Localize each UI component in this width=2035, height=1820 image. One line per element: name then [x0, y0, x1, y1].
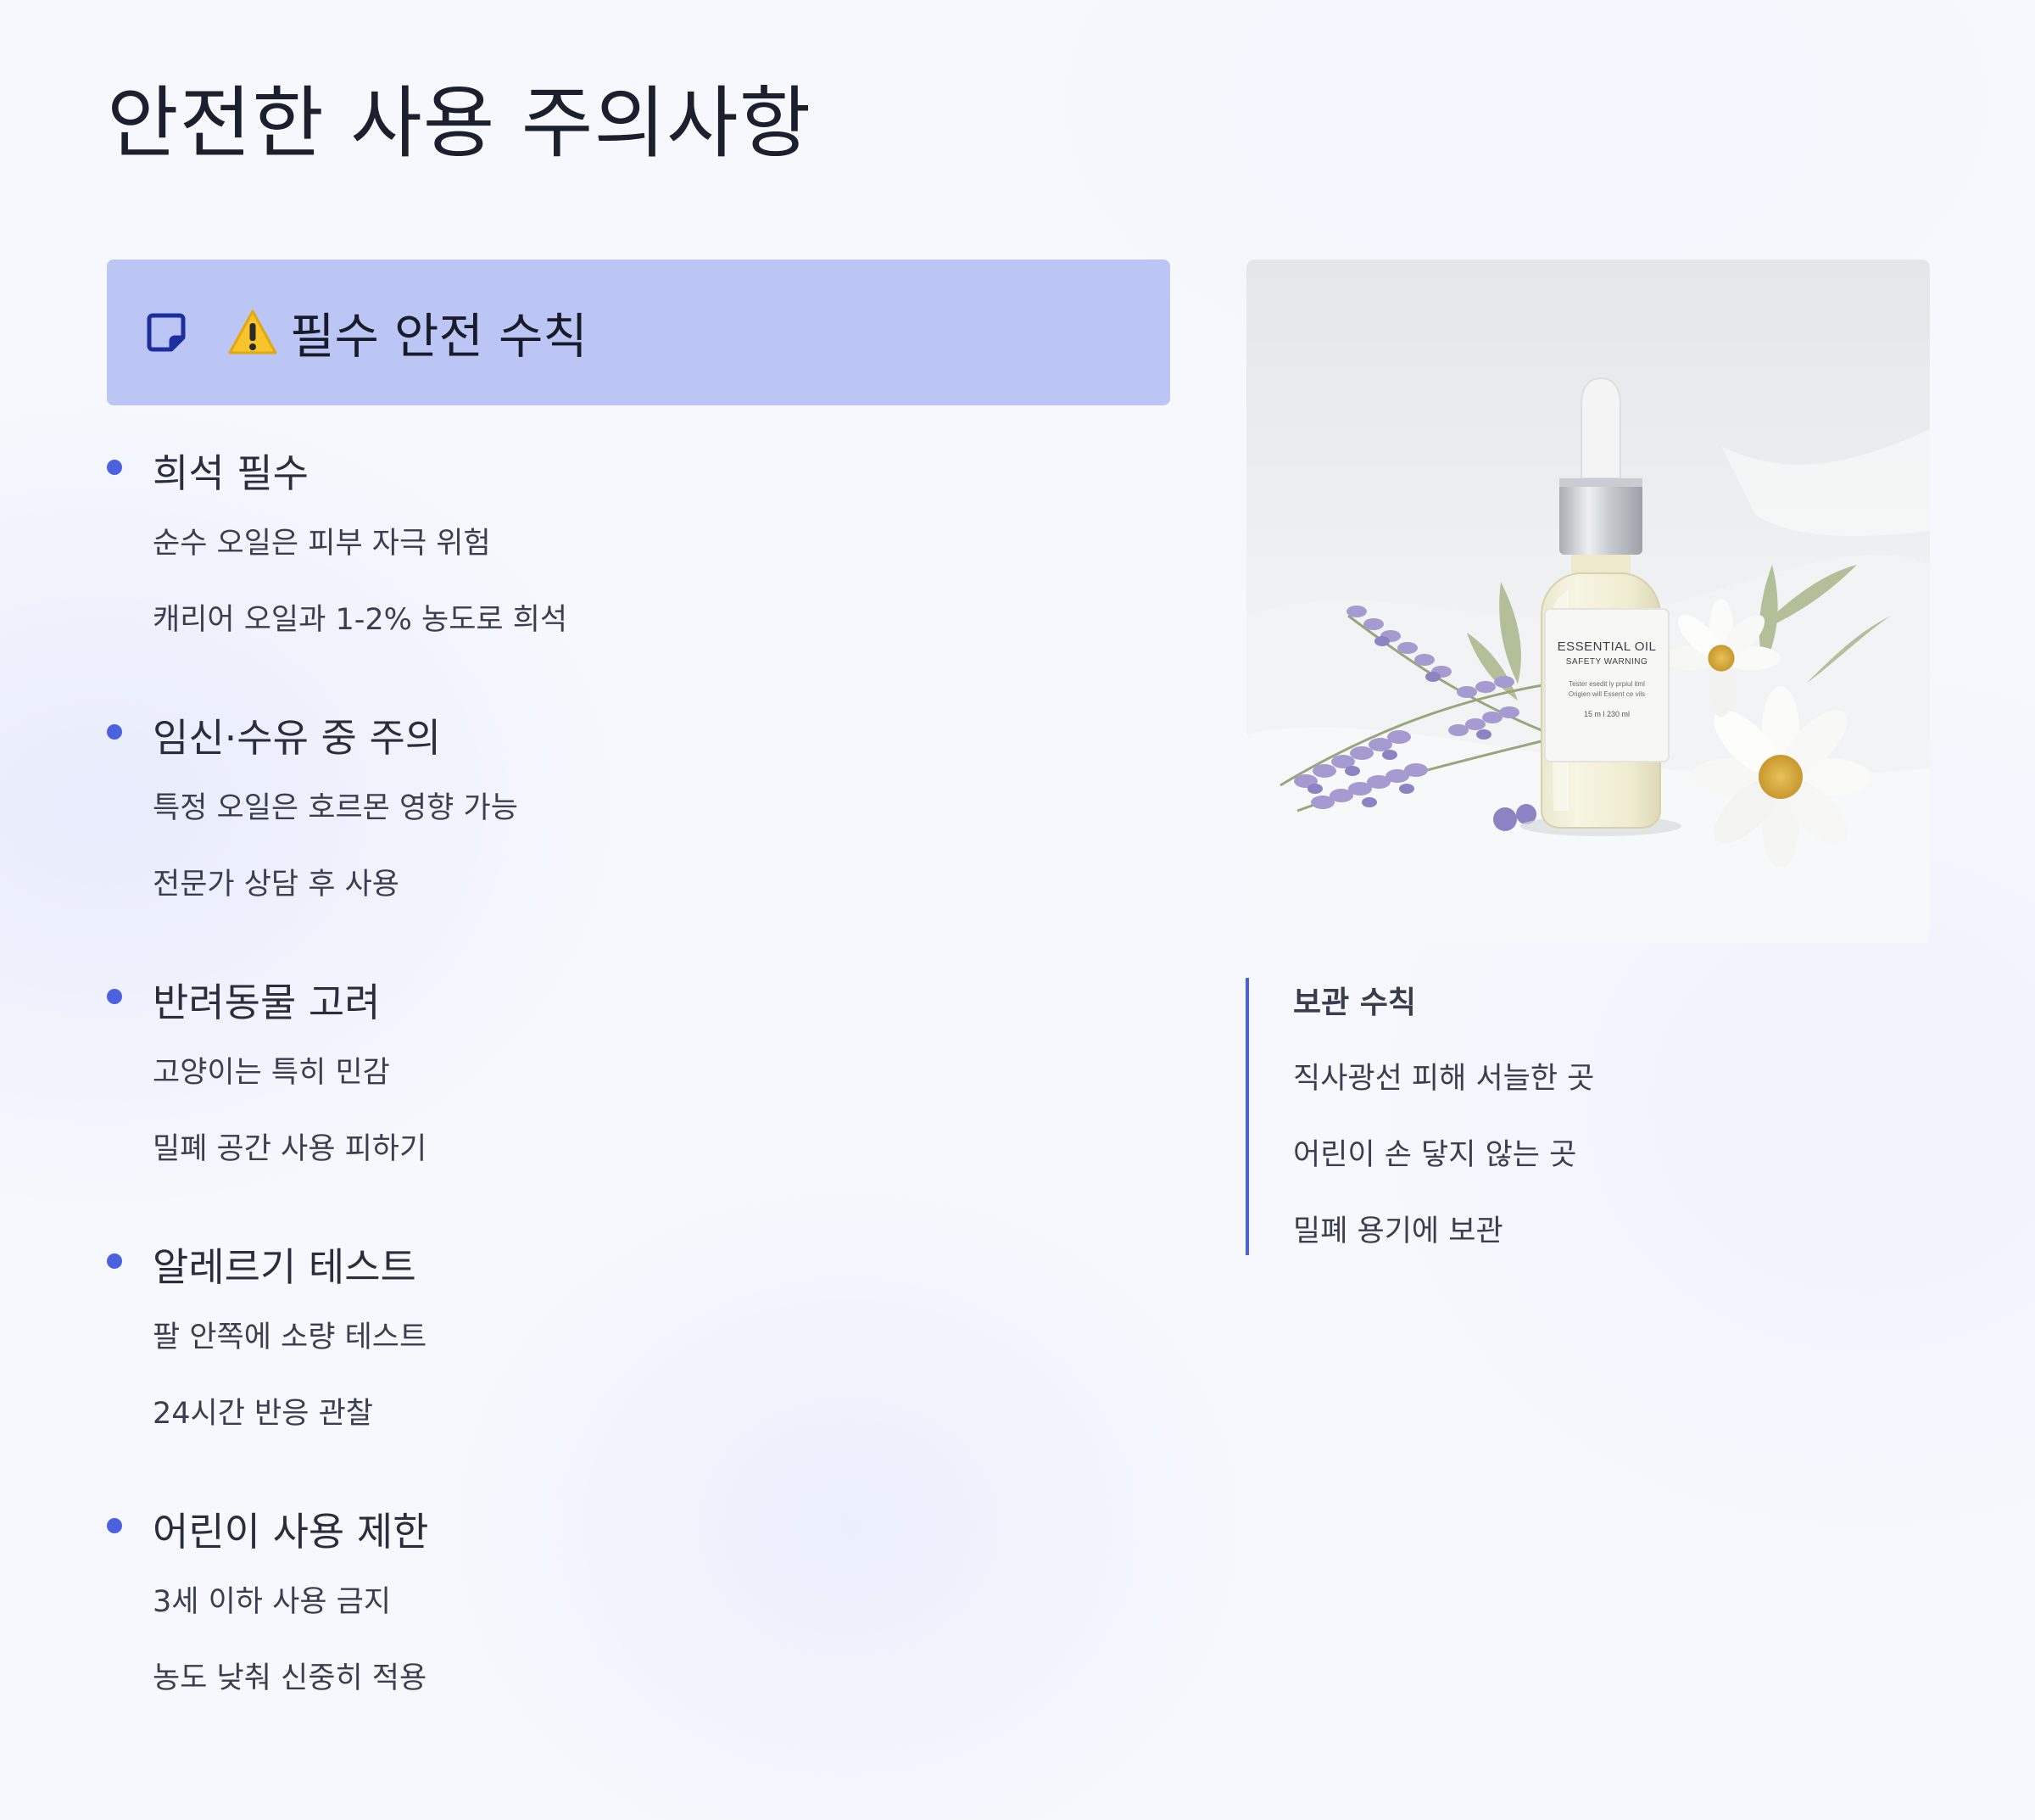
page-title: 안전한 사용 주의사항 [107, 78, 812, 169]
storage-rules: 보관 수칙 직사광선 피해 서늘한 곳 어린이 손 닿지 않는 곳 밀폐 용기에… [1246, 978, 1924, 1255]
bullet-dot [107, 460, 122, 475]
bottle-label: ESSENTIAL OIL SAFETY WARNING Tester esed… [1545, 639, 1669, 718]
rule-detail: 전문가 상담 후 사용 [153, 868, 399, 902]
rule-detail: 특정 오일은 호르몬 영향 가능 [153, 791, 518, 825]
storage-item: 직사광선 피해 서늘한 곳 [1293, 1062, 1595, 1096]
rule-detail: 농도 낮춰 신중히 적용 [153, 1661, 427, 1695]
rule-item: 희석 필수 순수 오일은 피부 자극 위험 캐리어 오일과 1-2% 농도로 희… [107, 429, 1170, 694]
rule-heading: 임신·수유 중 주의 [153, 715, 442, 761]
label-volume: 15 m l 230 ml [1583, 710, 1631, 718]
bullet-dot [107, 1518, 122, 1533]
bullet-dot [107, 1253, 122, 1269]
rule-item: 임신·수유 중 주의 특정 오일은 호르몬 영향 가능 전문가 상담 후 사용 [107, 694, 1170, 958]
label-text: Origien will Essent ce vils [1568, 690, 1646, 698]
essential-oil-photo: ESSENTIAL OIL SAFETY WARNING Tester esed… [1246, 260, 1930, 943]
rule-detail: 고양이는 특히 민감 [153, 1056, 390, 1090]
storage-item: 어린이 손 닿지 않는 곳 [1293, 1138, 1577, 1172]
safety-callout: 필수 안전 수칙 [107, 260, 1170, 405]
rule-detail: 3세 이하 사용 금지 [153, 1585, 392, 1619]
rule-heading: 어린이 사용 제한 [153, 1509, 429, 1555]
bullet-dot [107, 724, 122, 740]
rule-item: 알레르기 테스트 팔 안쪽에 소량 테스트 24시간 반응 관찰 [107, 1223, 1170, 1488]
rule-detail: 팔 안쪽에 소량 테스트 [153, 1320, 427, 1354]
label-text: Tester esedit ly prpiul itml [1569, 680, 1645, 688]
rule-heading: 반려동물 고려 [153, 980, 381, 1025]
bullet-dot [107, 989, 122, 1004]
storage-title: 보관 수칙 [1293, 985, 1417, 1020]
rule-detail: 순수 오일은 피부 자극 위험 [153, 527, 491, 561]
rule-detail: 24시간 반응 관찰 [153, 1397, 373, 1431]
rule-detail: 캐리어 오일과 1-2% 농도로 희석 [153, 603, 568, 637]
safety-rules-list: 희석 필수 순수 오일은 피부 자극 위험 캐리어 오일과 1-2% 농도로 희… [107, 429, 1170, 1752]
warning-icon [227, 309, 278, 356]
storage-item: 밀폐 용기에 보관 [1293, 1214, 1503, 1248]
label-title: ESSENTIAL OIL [1557, 639, 1657, 654]
rule-heading: 희석 필수 [153, 450, 309, 496]
label-subtitle: SAFETY WARNING [1565, 657, 1648, 667]
rule-detail: 밀폐 공간 사용 피하기 [153, 1132, 427, 1166]
note-icon [146, 312, 187, 353]
rule-item: 어린이 사용 제한 3세 이하 사용 금지 농도 낮춰 신중히 적용 [107, 1488, 1170, 1752]
rule-item: 반려동물 고려 고양이는 특히 민감 밀폐 공간 사용 피하기 [107, 958, 1170, 1223]
rule-heading: 알레르기 테스트 [153, 1244, 416, 1290]
callout-title: 필수 안전 수칙 [290, 309, 588, 365]
